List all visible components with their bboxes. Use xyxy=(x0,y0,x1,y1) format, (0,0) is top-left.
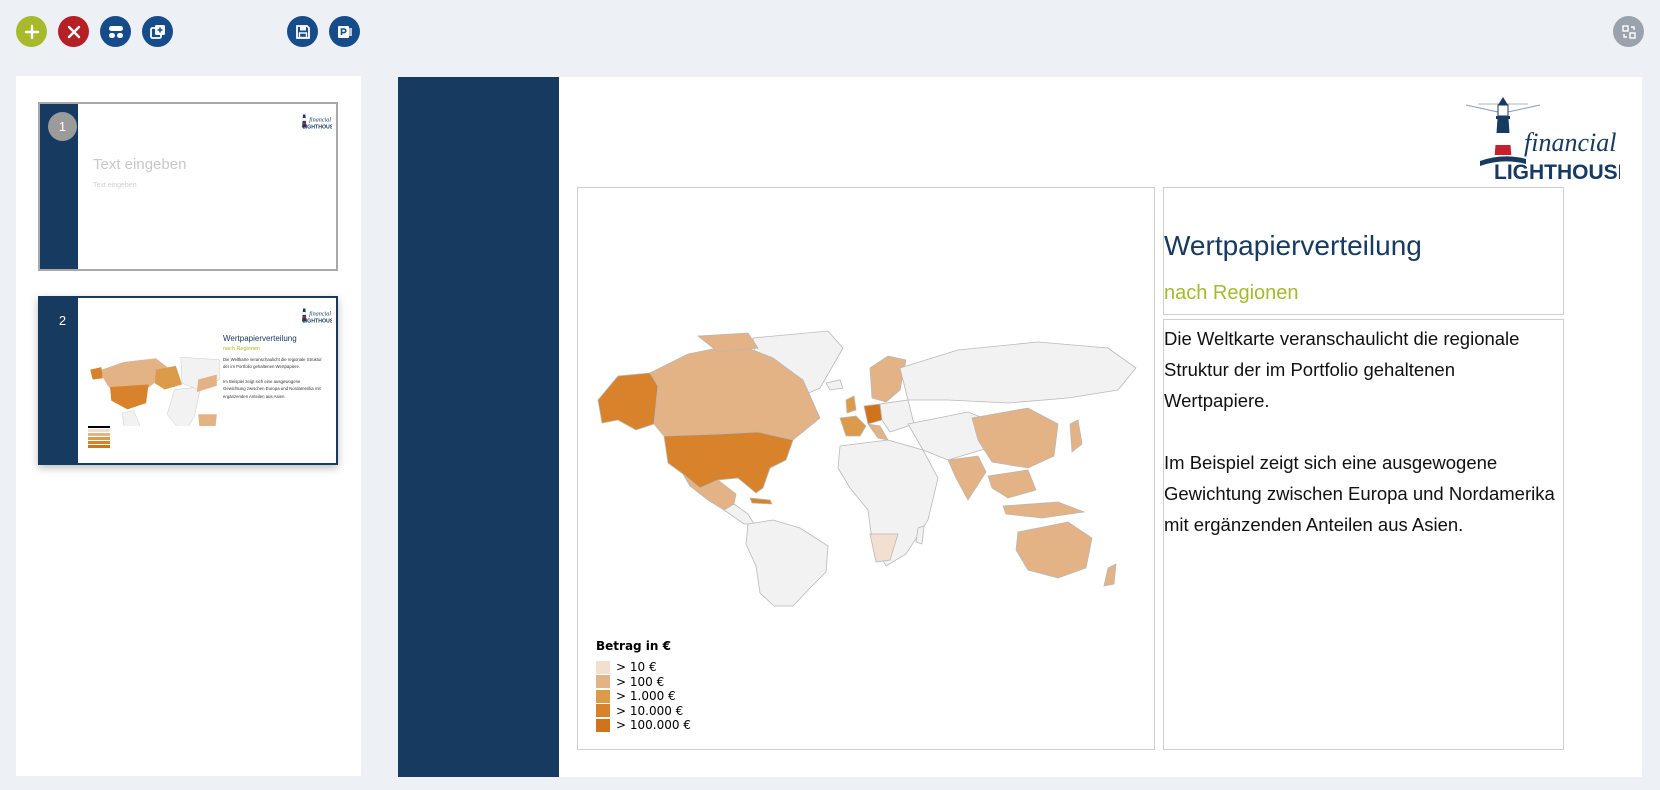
slide-number-badge: 2 xyxy=(48,306,77,335)
legend-item: > 10.000 € xyxy=(596,704,691,719)
delete-slide-button[interactable] xyxy=(58,16,89,47)
thumbnail-paragraph: Die Weltkarte veranschaulicht die region… xyxy=(223,357,322,370)
text-line: mit ergänzenden Anteilen aus Asien. xyxy=(1164,514,1464,535)
slide-subtitle: nach Regionen xyxy=(1164,282,1299,304)
swap-view-button[interactable] xyxy=(1613,16,1644,47)
legend-item: > 100.000 € xyxy=(596,718,691,733)
map-region-canada-islands xyxy=(696,332,759,353)
map-region-caribbean xyxy=(749,497,773,505)
slide-thumbnail-2[interactable]: 2 financial LIGHTHOUSE Wertpapierverteil… xyxy=(38,296,338,465)
floppy-icon xyxy=(295,24,310,39)
add-slide-button[interactable] xyxy=(16,16,47,47)
legend-title: Betrag in € xyxy=(596,639,671,653)
thumbnail-body: Die Weltkarte veranschaulicht die region… xyxy=(223,356,323,407)
powerpoint-icon xyxy=(337,25,352,38)
svg-text:LIGHTHOUSE: LIGHTHOUSE xyxy=(303,319,332,325)
legend-swatch xyxy=(596,660,610,674)
plus-icon xyxy=(24,24,39,39)
logo-word-financial: financial xyxy=(1524,128,1616,157)
legend-label: > 10 € xyxy=(616,660,657,675)
map-region-southeast-asia xyxy=(987,469,1037,499)
legend-item: > 10 € xyxy=(596,660,691,675)
lighthouse-logo-icon: financial LIGHTHOUSE xyxy=(302,114,332,131)
map-region-south-america xyxy=(745,519,829,607)
swap-icon xyxy=(1621,24,1636,39)
map-region-southwest-europe xyxy=(839,415,867,437)
map-region-scandinavia xyxy=(869,355,907,403)
map-region-indonesia xyxy=(1002,501,1086,519)
map-region-australia xyxy=(1015,521,1093,579)
legend-swatch xyxy=(596,689,610,703)
map-region-china xyxy=(971,407,1059,469)
lighthouse-logo-icon: financial LIGHTHOUSE xyxy=(1465,97,1620,183)
thumbnail-world-map xyxy=(90,357,220,426)
legend-label: > 100.000 € xyxy=(616,718,691,733)
close-icon xyxy=(67,25,80,38)
legend-label: > 100 € xyxy=(616,674,665,689)
legend-item: > 1.000 € xyxy=(596,689,691,704)
world-map xyxy=(597,330,1137,607)
map-region-russia xyxy=(899,341,1137,404)
map-region-east-europe xyxy=(879,399,915,433)
logo-word-lighthouse: LIGHTHOUSE xyxy=(1494,161,1620,183)
map-region-uk xyxy=(845,395,857,414)
slide-canvas: financial LIGHTHOUSE Betrag in € > 10 € … xyxy=(398,77,1642,777)
map-region-central xyxy=(723,503,755,525)
world-map-chart[interactable]: Betrag in € > 10 € > 100 € > 1.000 € > 1… xyxy=(577,187,1155,750)
slide-text-box[interactable]: Die Weltkarte veranschaulicht die region… xyxy=(1163,319,1564,750)
map-region-usa xyxy=(663,431,794,494)
slide-title: Wertpapierverteilung xyxy=(1164,230,1422,261)
thumbnail-subtitle: nach Regionen xyxy=(223,346,261,352)
toolbar xyxy=(0,0,1660,64)
export-powerpoint-button[interactable] xyxy=(329,16,360,47)
thumbnail-subtitle: Text eingeben xyxy=(93,182,137,189)
map-region-germany xyxy=(863,403,883,425)
svg-text:financial: financial xyxy=(309,117,331,124)
thumbnail-paragraph: Im Beispiel zeigt sich eine ausgewogene … xyxy=(223,378,321,399)
duplicate-slide-button[interactable] xyxy=(142,16,173,47)
legend-swatch xyxy=(596,675,610,689)
layout-icon xyxy=(108,25,123,38)
text-line: Struktur der im Portfolio gehaltenen xyxy=(1164,359,1456,380)
text-line: Gewichtung zwischen Europa und Nordameri… xyxy=(1164,483,1555,504)
slide-side-bar xyxy=(398,77,559,777)
lighthouse-logo-icon: financial LIGHTHOUSE xyxy=(302,308,332,325)
svg-text:financial: financial xyxy=(309,311,331,318)
slide-paragraph: Die Weltkarte veranschaulicht die region… xyxy=(1164,323,1555,416)
save-button[interactable] xyxy=(287,16,318,47)
map-region-alaska xyxy=(597,372,659,431)
duplicate-icon xyxy=(149,24,165,39)
map-region-italy xyxy=(867,423,889,441)
layout-button[interactable] xyxy=(100,16,131,47)
slide-thumbnail-panel: 1 financial LIGHTHOUSE Text eingeben Tex… xyxy=(16,76,361,776)
map-region-japan xyxy=(1069,419,1083,453)
svg-text:LIGHTHOUSE: LIGHTHOUSE xyxy=(303,125,332,131)
legend-swatch xyxy=(596,704,610,718)
text-line: Die Weltkarte veranschaulicht die region… xyxy=(1164,328,1520,349)
map-region-india xyxy=(947,455,987,501)
thumbnail-title: Text eingeben xyxy=(93,156,187,173)
text-line: Wertpapiere. xyxy=(1164,390,1270,411)
map-region-nz xyxy=(1103,563,1117,587)
slide-paragraph: Im Beispiel zeigt sich eine ausgewogene … xyxy=(1164,447,1555,540)
thumbnail-legend xyxy=(88,426,110,449)
slide-thumbnail-1[interactable]: 1 financial LIGHTHOUSE Text eingeben Tex… xyxy=(38,102,338,271)
map-region-iceland xyxy=(825,379,844,391)
slide-number-badge: 1 xyxy=(48,112,77,141)
slide-title-box[interactable]: Wertpapierverteilung nach Regionen xyxy=(1163,187,1564,315)
text-line: Im Beispiel zeigt sich eine ausgewogene xyxy=(1164,452,1498,473)
map-legend: Betrag in € > 10 € > 100 € > 1.000 € > 1… xyxy=(596,639,691,733)
legend-label: > 10.000 € xyxy=(616,703,684,718)
thumbnail-title: Wertpapierverteilung xyxy=(223,334,297,343)
legend-label: > 1.000 € xyxy=(616,689,676,704)
legend-swatch xyxy=(596,718,610,732)
legend-item: > 100 € xyxy=(596,675,691,690)
